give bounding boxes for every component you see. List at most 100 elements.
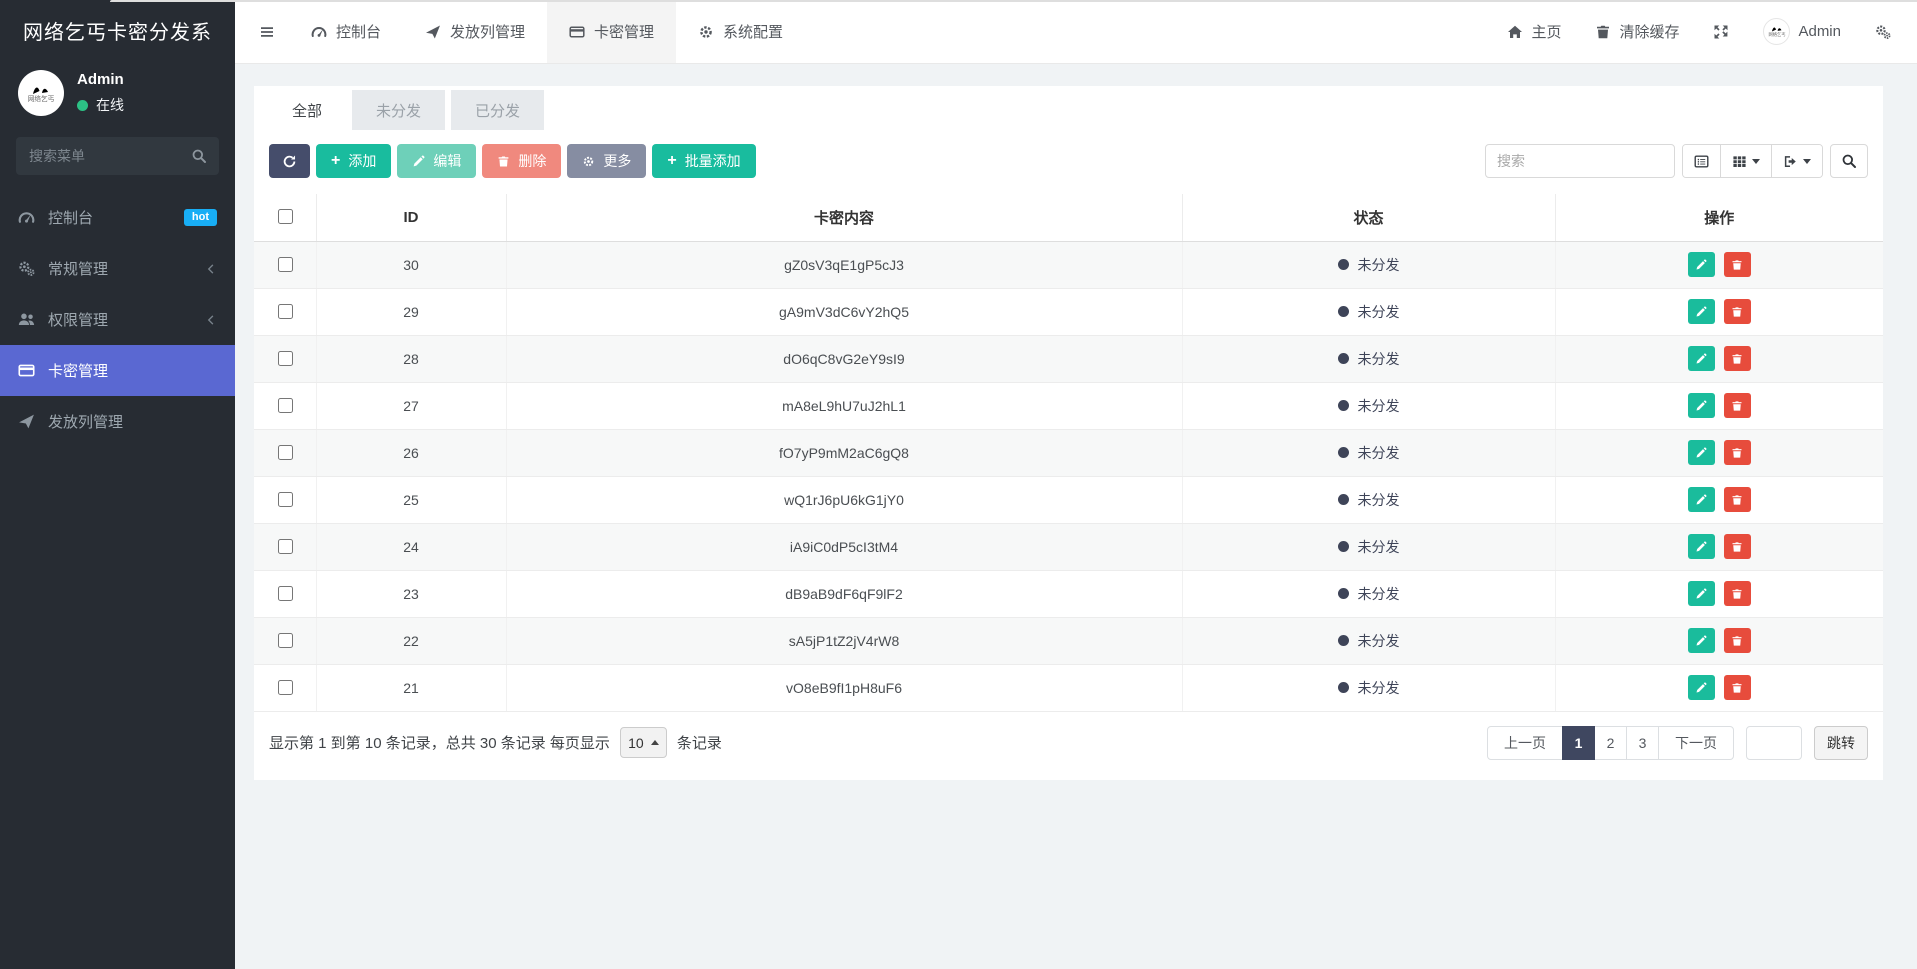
online-dot-icon bbox=[77, 100, 88, 111]
row-edit-button[interactable] bbox=[1688, 581, 1715, 606]
page-3-button[interactable]: 3 bbox=[1626, 726, 1659, 760]
page-1-button[interactable]: 1 bbox=[1562, 726, 1595, 760]
home-link[interactable]: 主页 bbox=[1507, 21, 1561, 42]
toolbar: + 添加 编辑 删除 更多 bbox=[254, 130, 1883, 194]
cardkey-panel: 全部 未分发 已分发 + 添加 编辑 bbox=[254, 86, 1883, 780]
gauge-icon bbox=[18, 209, 35, 226]
row-edit-button[interactable] bbox=[1688, 440, 1715, 465]
detail-view-button[interactable] bbox=[1683, 145, 1721, 177]
row-delete-button[interactable] bbox=[1724, 675, 1751, 700]
fullscreen-button[interactable] bbox=[1713, 24, 1729, 40]
row-delete-button[interactable] bbox=[1724, 252, 1751, 277]
export-button[interactable] bbox=[1772, 145, 1822, 177]
sidebar-item-dashboard[interactable]: 控制台 hot bbox=[0, 192, 235, 243]
row-checkbox[interactable] bbox=[278, 445, 293, 460]
jump-page-input[interactable] bbox=[1746, 726, 1802, 760]
app-title: 网络乞丐卡密分发系 bbox=[0, 0, 235, 60]
expand-icon bbox=[1713, 24, 1729, 40]
row-checkbox[interactable] bbox=[278, 492, 293, 507]
cell-code: vO8eB9fI1pH8uF6 bbox=[506, 664, 1182, 711]
row-delete-button[interactable] bbox=[1724, 393, 1751, 418]
row-edit-button[interactable] bbox=[1688, 299, 1715, 324]
trash-icon bbox=[1595, 24, 1611, 40]
jump-button[interactable]: 跳转 bbox=[1814, 726, 1868, 760]
row-edit-button[interactable] bbox=[1688, 346, 1715, 371]
paper-plane-icon bbox=[18, 413, 35, 430]
row-edit-button[interactable] bbox=[1688, 393, 1715, 418]
delete-button[interactable]: 删除 bbox=[482, 144, 561, 178]
select-all-checkbox[interactable] bbox=[278, 209, 293, 224]
row-delete-button[interactable] bbox=[1724, 299, 1751, 324]
row-delete-button[interactable] bbox=[1724, 346, 1751, 371]
row-delete-button[interactable] bbox=[1724, 440, 1751, 465]
row-checkbox[interactable] bbox=[278, 398, 293, 413]
filter-tab-all[interactable]: 全部 bbox=[268, 90, 346, 130]
refresh-button[interactable] bbox=[269, 144, 310, 178]
row-delete-button[interactable] bbox=[1724, 487, 1751, 512]
row-edit-button[interactable] bbox=[1688, 487, 1715, 512]
row-checkbox[interactable] bbox=[278, 351, 293, 366]
user-menu[interactable]: 网络乞丐 Admin bbox=[1763, 18, 1841, 45]
row-checkbox[interactable] bbox=[278, 539, 293, 554]
users-icon bbox=[18, 311, 35, 328]
topbar-tab-distribution[interactable]: 发放列管理 bbox=[403, 0, 547, 63]
summary-suffix: 条记录 bbox=[677, 732, 722, 753]
add-button[interactable]: + 添加 bbox=[316, 144, 391, 178]
status-label: 未分发 bbox=[1358, 631, 1400, 651]
table-search-input[interactable] bbox=[1485, 144, 1675, 178]
row-checkbox[interactable] bbox=[278, 633, 293, 648]
settings-button[interactable] bbox=[1875, 24, 1891, 40]
status-label: 未分发 bbox=[1358, 584, 1400, 604]
summary-prefix: 显示第 1 到第 10 条记录，总共 30 条记录 每页显示 bbox=[269, 732, 610, 753]
cell-id: 28 bbox=[316, 335, 506, 382]
row-edit-button[interactable] bbox=[1688, 628, 1715, 653]
filter-tab-distributed[interactable]: 已分发 bbox=[451, 90, 544, 130]
table-header-row: ID 卡密内容 状态 操作 bbox=[254, 194, 1883, 241]
topbar-tab-dashboard[interactable]: 控制台 bbox=[289, 0, 403, 63]
sidebar-item-label: 权限管理 bbox=[48, 309, 108, 330]
page-size-select[interactable]: 10 bbox=[620, 727, 667, 758]
row-checkbox[interactable] bbox=[278, 680, 293, 695]
menu-toggle-button[interactable] bbox=[245, 0, 289, 63]
records-summary: 显示第 1 到第 10 条记录，总共 30 条记录 每页显示 10 条记录 bbox=[269, 727, 722, 758]
status-badge: 未分发 bbox=[1338, 537, 1400, 557]
status-badge: 未分发 bbox=[1338, 490, 1400, 510]
row-delete-button[interactable] bbox=[1724, 628, 1751, 653]
add-label: 添加 bbox=[348, 151, 376, 171]
columns-button[interactable] bbox=[1721, 145, 1772, 177]
page-2-button[interactable]: 2 bbox=[1594, 726, 1627, 760]
next-page-button[interactable]: 下一页 bbox=[1658, 726, 1734, 760]
sidebar-item-distribution[interactable]: 发放列管理 bbox=[0, 396, 235, 447]
row-edit-button[interactable] bbox=[1688, 534, 1715, 559]
pencil-icon bbox=[1695, 494, 1707, 506]
row-edit-button[interactable] bbox=[1688, 675, 1715, 700]
header-status: 状态 bbox=[1182, 194, 1555, 241]
sidebar-item-permissions[interactable]: 权限管理 bbox=[0, 294, 235, 345]
export-icon bbox=[1783, 154, 1798, 169]
filter-tab-undistributed[interactable]: 未分发 bbox=[352, 90, 445, 130]
topbar-tab-sysconfig[interactable]: 系统配置 bbox=[676, 0, 805, 63]
topbar-tab-cardkeys[interactable]: 卡密管理 bbox=[547, 0, 676, 63]
more-button[interactable]: 更多 bbox=[567, 144, 646, 178]
cell-code: dO6qC8vG2eY9sI9 bbox=[506, 335, 1182, 382]
more-label: 更多 bbox=[603, 151, 631, 171]
row-checkbox[interactable] bbox=[278, 304, 293, 319]
cell-code: gZ0sV3qE1gP5cJ3 bbox=[506, 241, 1182, 288]
trash-icon bbox=[1731, 259, 1743, 271]
avatar: 网络乞丐 bbox=[1763, 18, 1790, 45]
menu-search-input[interactable] bbox=[16, 137, 219, 175]
batch-add-button[interactable]: + 批量添加 bbox=[652, 144, 755, 178]
sidebar-item-cardkeys[interactable]: 卡密管理 bbox=[0, 345, 235, 396]
avatar[interactable]: 网络乞丐 bbox=[18, 70, 64, 116]
row-checkbox[interactable] bbox=[278, 586, 293, 601]
row-delete-button[interactable] bbox=[1724, 534, 1751, 559]
edit-button[interactable]: 编辑 bbox=[397, 144, 476, 178]
search-submit-button[interactable] bbox=[1830, 144, 1868, 178]
sidebar-item-general[interactable]: 常规管理 bbox=[0, 243, 235, 294]
row-checkbox[interactable] bbox=[278, 257, 293, 272]
prev-page-button[interactable]: 上一页 bbox=[1487, 726, 1563, 760]
row-delete-button[interactable] bbox=[1724, 581, 1751, 606]
clear-cache-link[interactable]: 清除缓存 bbox=[1595, 21, 1679, 42]
table-row: 30 gZ0sV3qE1gP5cJ3 未分发 bbox=[254, 241, 1883, 288]
row-edit-button[interactable] bbox=[1688, 252, 1715, 277]
